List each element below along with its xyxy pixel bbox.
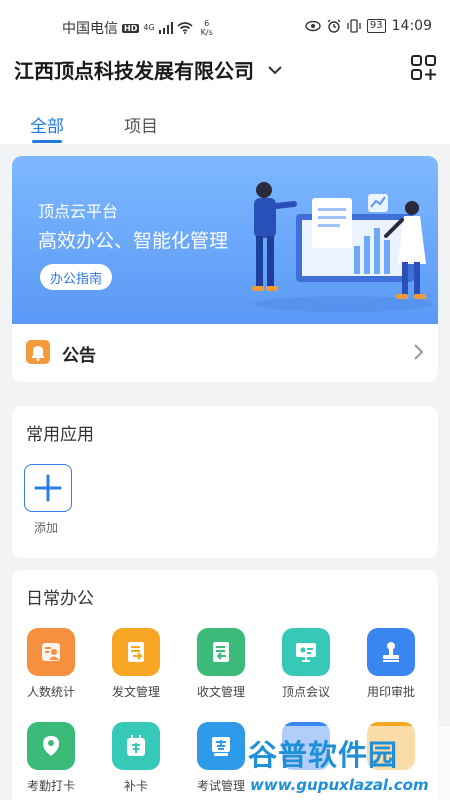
common-apps-title: 常用应用 bbox=[26, 425, 94, 445]
vibrate-icon bbox=[347, 19, 361, 33]
people-stats-icon bbox=[27, 628, 75, 676]
promo-banner[interactable]: 顶点云平台 高效办公、智能化管理 办公指南 bbox=[12, 156, 438, 324]
app-send-doc[interactable]: 发文管理 bbox=[96, 628, 176, 700]
add-app-grid-icon[interactable] bbox=[410, 54, 438, 82]
chevron-down-icon bbox=[268, 65, 282, 74]
exam-icon bbox=[197, 722, 245, 770]
stamp-icon bbox=[367, 628, 415, 676]
app-people-stats[interactable]: 人数统计 bbox=[11, 628, 91, 700]
daily-office-title: 日常办公 bbox=[26, 589, 94, 609]
office-illustration bbox=[252, 182, 434, 312]
plus-icon bbox=[34, 474, 62, 502]
chevron-right-icon bbox=[414, 344, 424, 360]
app-receive-doc[interactable]: 收文管理 bbox=[181, 628, 261, 700]
company-selector[interactable]: 江西顶点科技发展有限公司 bbox=[14, 55, 284, 84]
supplement-card-icon bbox=[112, 722, 160, 770]
location-checkin-icon bbox=[27, 722, 75, 770]
receive-doc-icon bbox=[197, 628, 245, 676]
app-stamp-approval[interactable]: 用印审批 bbox=[351, 628, 431, 700]
notice-row[interactable]: 公告 bbox=[12, 324, 438, 382]
app-supplement-card[interactable]: 补卡 bbox=[96, 722, 176, 794]
bell-icon bbox=[26, 340, 50, 364]
notice-label: 公告 bbox=[62, 346, 96, 366]
add-app-label: 添加 bbox=[34, 521, 59, 535]
add-app-button[interactable] bbox=[24, 464, 72, 512]
app-label: 用印审批 bbox=[366, 685, 415, 699]
hd-badge: HD bbox=[122, 23, 140, 33]
status-right: 93 14:09 bbox=[305, 18, 432, 34]
carrier-label: 中国电信 bbox=[62, 21, 118, 37]
tab-active-indicator bbox=[32, 140, 62, 143]
meeting-icon bbox=[282, 628, 330, 676]
send-doc-icon bbox=[112, 628, 160, 676]
app-label: 发文管理 bbox=[111, 685, 160, 699]
eye-icon bbox=[305, 20, 321, 32]
watermark-title: 谷普软件园 bbox=[248, 738, 399, 772]
net-speed: 6 K/s bbox=[201, 19, 213, 37]
common-apps-card: 常用应用 添加 bbox=[12, 406, 438, 558]
tab-all[interactable]: 全部 bbox=[30, 112, 64, 137]
banner-title: 顶点云平台 bbox=[38, 202, 119, 221]
header-bar: 江西顶点科技发展有限公司 bbox=[0, 40, 450, 100]
app-label: 收文管理 bbox=[196, 685, 245, 699]
net-speed-unit: K/s bbox=[200, 28, 213, 37]
app-label: 补卡 bbox=[123, 779, 148, 793]
watermark-url: www.gupuxlazal.com bbox=[250, 776, 429, 794]
banner-subtitle: 高效办公、智能化管理 bbox=[38, 230, 229, 252]
app-label: 人数统计 bbox=[26, 685, 75, 699]
watermark-overlay: 谷普软件园 www.gupuxlazal.com bbox=[246, 726, 450, 800]
wifi-icon bbox=[177, 22, 193, 34]
battery-level: 93 bbox=[366, 19, 386, 33]
alarm-icon bbox=[327, 19, 341, 33]
company-name: 江西顶点科技发展有限公司 bbox=[14, 59, 254, 83]
app-meeting[interactable]: 顶点会议 bbox=[266, 628, 346, 700]
status-left: 中国电信 HD 4G 6 K/s bbox=[62, 18, 213, 38]
status-time: 14:09 bbox=[391, 18, 432, 34]
app-attendance[interactable]: 考勤打卡 bbox=[11, 722, 91, 794]
tab-bar: 全部 项目 bbox=[0, 100, 450, 144]
app-label: 考勤打卡 bbox=[26, 779, 75, 793]
tab-projects[interactable]: 项目 bbox=[124, 112, 158, 137]
signal-icon bbox=[158, 22, 173, 34]
app-label: 顶点会议 bbox=[281, 685, 330, 699]
network-type: 4G bbox=[143, 23, 155, 32]
office-guide-button[interactable]: 办公指南 bbox=[40, 264, 112, 290]
net-speed-value: 6 bbox=[204, 19, 210, 28]
